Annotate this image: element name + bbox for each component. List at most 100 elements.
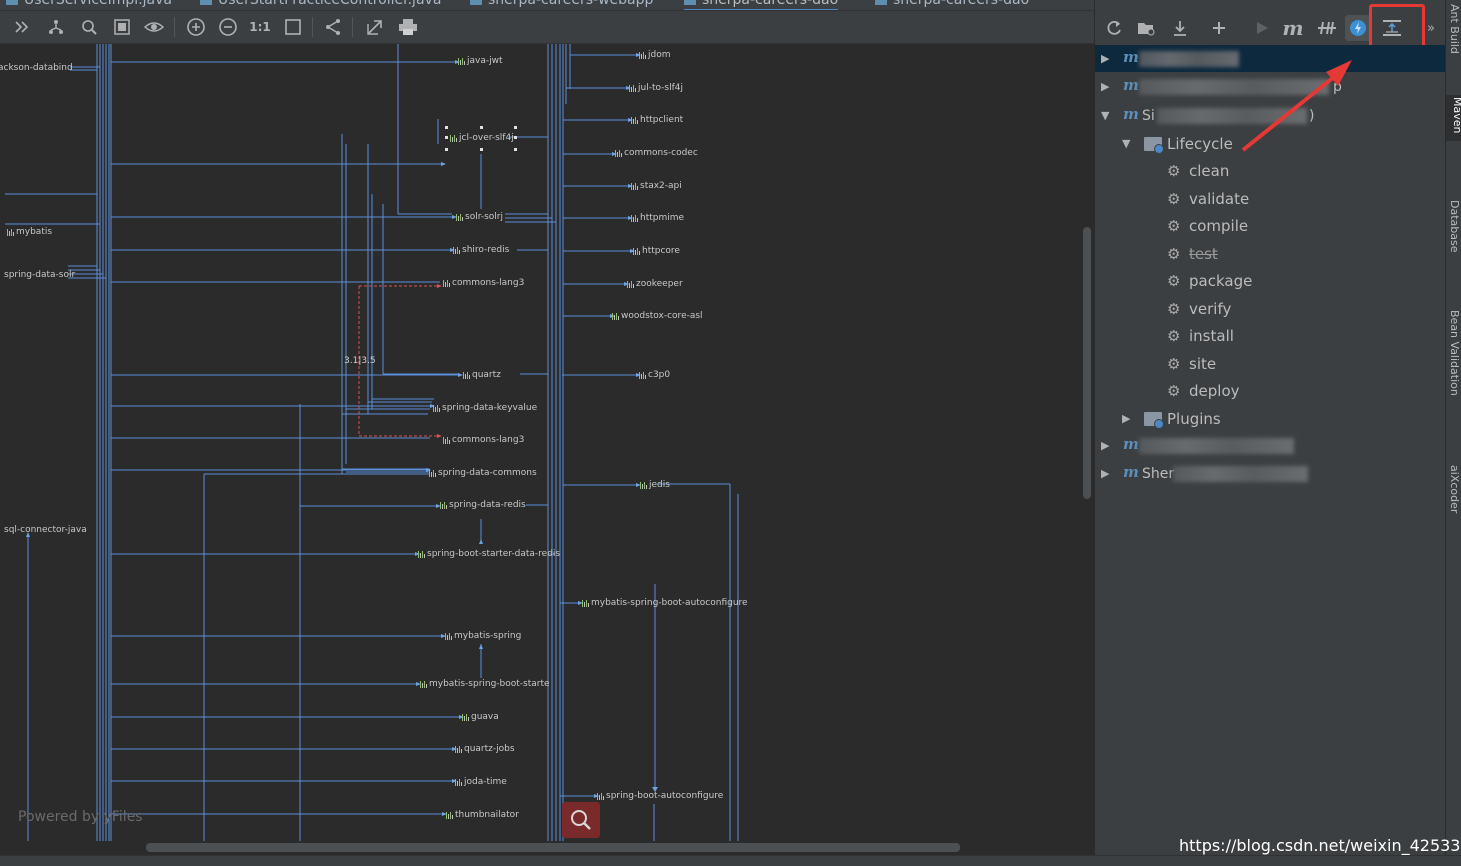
dependency-node[interactable]: httpclient — [631, 115, 683, 125]
dependency-node[interactable]: spring-boot-starter-data-redis — [418, 549, 560, 559]
dependency-node[interactable]: quartz-jobs — [455, 744, 515, 754]
editor-tab[interactable]: UserServiceImpl.java — [6, 0, 172, 9]
dependency-node[interactable]: woodstox-core-asl — [612, 311, 703, 321]
lifecycle-phase-clean[interactable]: ⚙ clean — [1167, 157, 1229, 184]
collapse-all-icon[interactable] — [11, 15, 35, 39]
dependency-node[interactable]: commons-lang3 — [443, 435, 524, 445]
dependency-node[interactable]: c3p0 — [639, 370, 670, 380]
dependency-node[interactable]: java-jwt — [458, 56, 503, 66]
maven-project-row[interactable]: ▶ m — [1095, 45, 1446, 72]
dependency-node[interactable]: sql-connector-java — [4, 525, 87, 535]
search-button[interactable] — [562, 802, 600, 838]
editor-tab-active[interactable]: sherpa-careers-dao — [684, 0, 839, 10]
scrollbar-thumb[interactable] — [146, 843, 960, 852]
more-icon[interactable]: » — [1421, 15, 1441, 41]
lifecycle-folder[interactable]: ▼ Lifecycle — [1095, 130, 1446, 157]
zoom-in-icon[interactable] — [184, 15, 208, 39]
dependency-node[interactable]: jdom — [639, 50, 671, 60]
maven-project-row[interactable]: ▶ m — [1095, 432, 1446, 459]
dependency-node[interactable]: spring-data-redis — [440, 500, 526, 510]
hierarchy-icon[interactable] — [44, 15, 68, 39]
add-project-icon[interactable] — [1133, 15, 1159, 41]
maven-project-row[interactable]: ▶ m Sher — [1095, 460, 1446, 487]
zoom-out-icon[interactable] — [216, 15, 240, 39]
print-icon[interactable] — [396, 15, 420, 39]
lifecycle-phase-site[interactable]: ⚙ site — [1167, 350, 1216, 377]
dependency-node[interactable]: commons-lang3 — [443, 278, 524, 288]
dependency-node[interactable]: shiro-redis — [453, 245, 509, 255]
download-icon[interactable] — [1167, 15, 1193, 41]
collapse-arrow-icon[interactable]: ▼ — [1101, 109, 1109, 122]
maven-project-row[interactable]: ▶ m p — [1095, 73, 1446, 100]
dependency-diagram[interactable]: jdom java-jwt ackson-databind jul-to-slf… — [0, 44, 1080, 841]
layout-icon[interactable] — [110, 15, 134, 39]
dependency-node[interactable]: httpmime — [631, 213, 684, 223]
library-icon — [453, 246, 460, 254]
expand-arrow-icon[interactable]: ▶ — [1101, 52, 1109, 65]
editor-tab[interactable]: sherpa-careers-dao — [875, 0, 1029, 9]
lifecycle-phase-test[interactable]: ⚙ test — [1167, 240, 1218, 267]
aixcoder-tab[interactable]: aiXcoder — [1448, 465, 1461, 513]
dependency-node[interactable]: mybatis-spring-boot-starte — [420, 679, 550, 689]
maven-m-icon[interactable]: m — [1280, 15, 1306, 41]
offline-icon[interactable] — [1345, 15, 1371, 41]
dependency-node[interactable]: spring-data-solr — [4, 270, 75, 280]
dependency-node[interactable]: mybatis-spring-boot-autoconfigure — [582, 598, 748, 608]
dependency-node[interactable]: jul-to-slf4j — [629, 83, 683, 93]
java-file-icon — [200, 0, 212, 5]
lifecycle-phase-compile[interactable]: ⚙ compile — [1167, 212, 1248, 239]
dependency-node[interactable]: quartz — [463, 370, 501, 380]
dependency-node[interactable]: jedis — [640, 480, 670, 490]
maven-project-icon: m — [1123, 104, 1139, 123]
dependency-node[interactable]: spring-boot-autoconfigure — [597, 791, 723, 801]
collapse-arrow-icon[interactable]: ▼ — [1122, 137, 1130, 150]
plus-icon[interactable] — [1206, 15, 1232, 41]
editor-tab[interactable]: UserStartPracticeController.java — [200, 0, 441, 9]
lifecycle-phase-deploy[interactable]: ⚙ deploy — [1167, 377, 1240, 404]
dependency-node[interactable]: spring-data-keyvalue — [433, 403, 537, 413]
library-icon — [640, 481, 647, 489]
lifecycle-phase-validate[interactable]: ⚙ validate — [1167, 185, 1249, 212]
run-icon[interactable] — [1249, 15, 1275, 41]
expand-arrow-icon[interactable]: ▶ — [1101, 439, 1109, 452]
plugins-folder[interactable]: ▶ Plugins — [1095, 405, 1446, 432]
eye-icon[interactable] — [142, 15, 166, 39]
expand-arrow-icon[interactable]: ▶ — [1101, 80, 1109, 93]
editor-tab[interactable]: sherpa-careers-webapp — [470, 0, 653, 9]
dependency-node-selected[interactable]: jcl-over-slf4j — [450, 133, 514, 143]
dependency-node[interactable]: thumbnailator — [446, 810, 519, 820]
ant-build-tab[interactable]: Ant Build — [1448, 4, 1461, 54]
reload-icon[interactable] — [1101, 15, 1127, 41]
dependency-node[interactable]: mybatis — [7, 227, 52, 237]
scrollbar-thumb[interactable] — [1083, 227, 1091, 499]
expand-arrow-icon[interactable]: ▶ — [1101, 467, 1109, 480]
maven-project-row-expanded[interactable]: ▼ m Si ) — [1095, 102, 1446, 129]
share-icon[interactable] — [321, 15, 345, 39]
dependency-node[interactable]: solr-solrj — [456, 212, 503, 222]
find-usage-icon[interactable] — [77, 15, 101, 39]
diagram-horizontal-scrollbar[interactable] — [0, 841, 1094, 855]
dependency-node[interactable]: ackson-databind — [0, 63, 73, 73]
dependency-node[interactable]: spring-data-commons — [429, 468, 537, 478]
fit-content-icon[interactable] — [281, 15, 305, 39]
dependency-node[interactable]: joda-time — [455, 777, 507, 787]
export-icon[interactable] — [363, 15, 387, 39]
database-tab[interactable]: Database — [1448, 200, 1461, 253]
bean-validation-tab[interactable]: Bean Validation — [1448, 310, 1461, 396]
lifecycle-phase-verify[interactable]: ⚙ verify — [1167, 295, 1231, 322]
dependency-node[interactable]: commons-codec — [615, 148, 698, 158]
redacted-text — [1139, 78, 1329, 95]
lifecycle-phase-package[interactable]: ⚙ package — [1167, 267, 1252, 294]
maven-tab[interactable]: Maven — [1446, 95, 1461, 142]
dependency-node[interactable]: guava — [462, 712, 499, 722]
dependency-node[interactable]: httpcore — [633, 246, 680, 256]
dependency-node[interactable]: stax2-api — [631, 181, 682, 191]
dependency-node[interactable]: mybatis-spring — [445, 631, 521, 641]
editor-tab-bar: UserServiceImpl.java UserStartPracticeCo… — [0, 0, 1094, 11]
diagram-vertical-scrollbar[interactable] — [1080, 44, 1094, 841]
expand-arrow-icon[interactable]: ▶ — [1122, 412, 1130, 425]
dependency-node[interactable]: zookeeper — [627, 279, 683, 289]
actual-size-button[interactable]: 1:1 — [248, 15, 272, 39]
lifecycle-phase-install[interactable]: ⚙ install — [1167, 322, 1234, 349]
skip-tests-icon[interactable] — [1314, 15, 1340, 41]
